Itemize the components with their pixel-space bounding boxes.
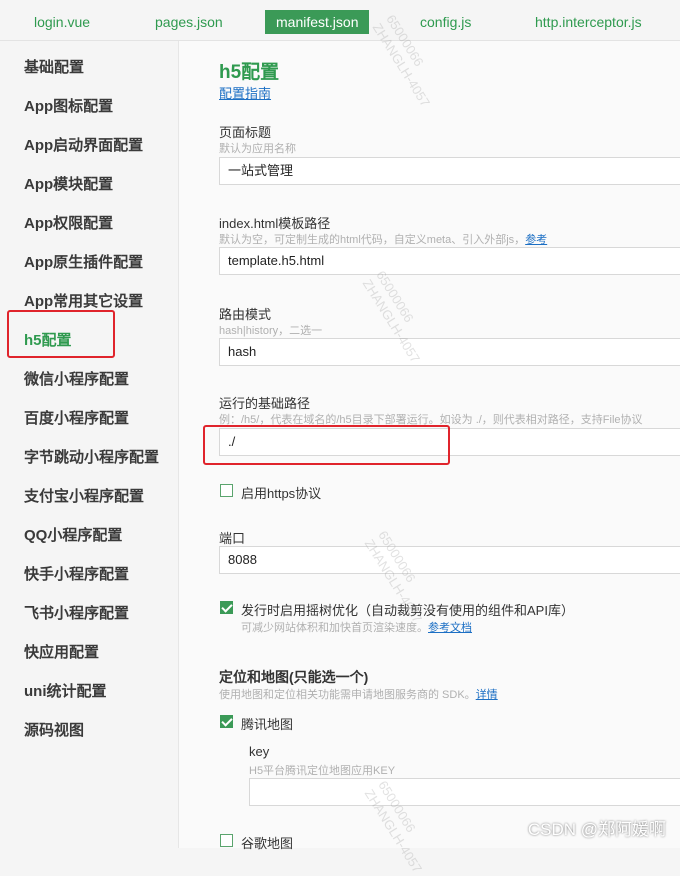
page-title-input[interactable]: 一站式管理 xyxy=(219,157,680,185)
page-title-hint: 默认为应用名称 xyxy=(219,143,296,155)
template-path-hint: 默认为空，可定制生成的html代码，自定义meta、引入外部js，参考 xyxy=(219,231,547,247)
map-hint-text: 使用地图和定位相关功能需申请地图服务商的 SDK。 xyxy=(219,689,476,701)
sidebar-item-basic[interactable]: 基础配置 xyxy=(24,56,84,77)
sidebar-item-feishu[interactable]: 飞书小程序配置 xyxy=(24,602,129,623)
sidebar-item-uni-stat[interactable]: uni统计配置 xyxy=(24,680,107,701)
page-title: h5配置 xyxy=(219,62,280,83)
google-map-label: 谷歌地图 xyxy=(241,836,294,851)
map-key-input[interactable] xyxy=(249,778,680,806)
sidebar-item-app-native-plugins[interactable]: App原生插件配置 xyxy=(24,251,143,272)
sidebar-item-weixin[interactable]: 微信小程序配置 xyxy=(24,368,129,389)
tab-login-vue[interactable]: login.vue xyxy=(34,10,90,34)
tencent-map-label: 腾讯地图 xyxy=(241,717,294,732)
csdn-credit: CSDN @郑阿媛啊 xyxy=(527,820,666,839)
config-guide-link[interactable]: 配置指南 xyxy=(219,83,271,102)
port-label: 端口 xyxy=(219,531,246,546)
sidebar-item-app-splash[interactable]: App启动界面配置 xyxy=(24,134,143,155)
tab-http-interceptor-js[interactable]: http.interceptor.js xyxy=(535,10,642,34)
sidebar-item-alipay[interactable]: 支付宝小程序配置 xyxy=(24,485,144,506)
editor-tab-bar: login.vue pages.json manifest.json confi… xyxy=(0,0,680,41)
config-sidebar: 基础配置 App图标配置 App启动界面配置 App模块配置 App权限配置 A… xyxy=(0,41,179,848)
router-mode-hint: hash|history，二选一 xyxy=(219,325,323,337)
base-path-label: 运行的基础路径 xyxy=(219,396,311,411)
template-reference-link[interactable]: 参考 xyxy=(525,234,547,246)
port-input[interactable]: 8088 xyxy=(219,546,680,574)
treeshake-doc-link[interactable]: 参考文档 xyxy=(428,622,472,634)
template-path-label: index.html模板路径 xyxy=(219,216,331,231)
sidebar-item-app-other-settings[interactable]: App常用其它设置 xyxy=(24,290,143,311)
sidebar-item-source-view[interactable]: 源码视图 xyxy=(24,719,84,740)
page-title-label: 页面标题 xyxy=(219,125,272,140)
template-path-hint-text: 默认为空，可定制生成的html代码，自定义meta、引入外部js， xyxy=(219,234,526,246)
sidebar-item-baidu[interactable]: 百度小程序配置 xyxy=(24,407,129,428)
https-label: 启用https协议 xyxy=(241,486,322,501)
template-path-input[interactable]: template.h5.html xyxy=(219,247,680,275)
treeshake-hint-text: 可减少网站体积和加快首页渲染速度。 xyxy=(241,622,428,634)
router-mode-label: 路由模式 xyxy=(219,307,272,322)
map-key-hint: H5平台腾讯定位地图应用KEY xyxy=(249,765,396,777)
highlight-box-h5 xyxy=(7,310,115,358)
tab-pages-json[interactable]: pages.json xyxy=(155,10,223,34)
map-section-hint: 使用地图和定位相关功能需申请地图服务商的 SDK。详情 xyxy=(219,686,498,702)
map-section-title: 定位和地图(只能选一个) xyxy=(219,669,369,685)
sidebar-item-app-modules[interactable]: App模块配置 xyxy=(24,173,113,194)
google-map-checkbox[interactable] xyxy=(220,834,233,847)
sidebar-item-toutiao[interactable]: 字节跳动小程序配置 xyxy=(24,446,159,467)
sidebar-item-app-icon[interactable]: App图标配置 xyxy=(24,95,113,116)
sidebar-item-kuaishou[interactable]: 快手小程序配置 xyxy=(24,563,129,584)
tab-manifest-json[interactable]: manifest.json xyxy=(265,10,370,34)
sidebar-item-quickapp[interactable]: 快应用配置 xyxy=(24,641,99,662)
treeshake-hint: 可减少网站体积和加快首页渲染速度。参考文档 xyxy=(241,619,472,635)
treeshake-checkbox[interactable] xyxy=(220,601,233,614)
map-key-label: key xyxy=(249,744,270,759)
tencent-map-checkbox[interactable] xyxy=(220,715,233,728)
tab-config-js[interactable]: config.js xyxy=(420,10,471,34)
https-checkbox[interactable] xyxy=(220,484,233,497)
map-details-link[interactable]: 详情 xyxy=(476,689,498,701)
router-mode-input[interactable]: hash xyxy=(219,338,680,366)
sidebar-item-app-permissions[interactable]: App权限配置 xyxy=(24,212,113,233)
sidebar-item-qq[interactable]: QQ小程序配置 xyxy=(24,524,122,545)
highlight-box-base-path xyxy=(203,425,450,465)
